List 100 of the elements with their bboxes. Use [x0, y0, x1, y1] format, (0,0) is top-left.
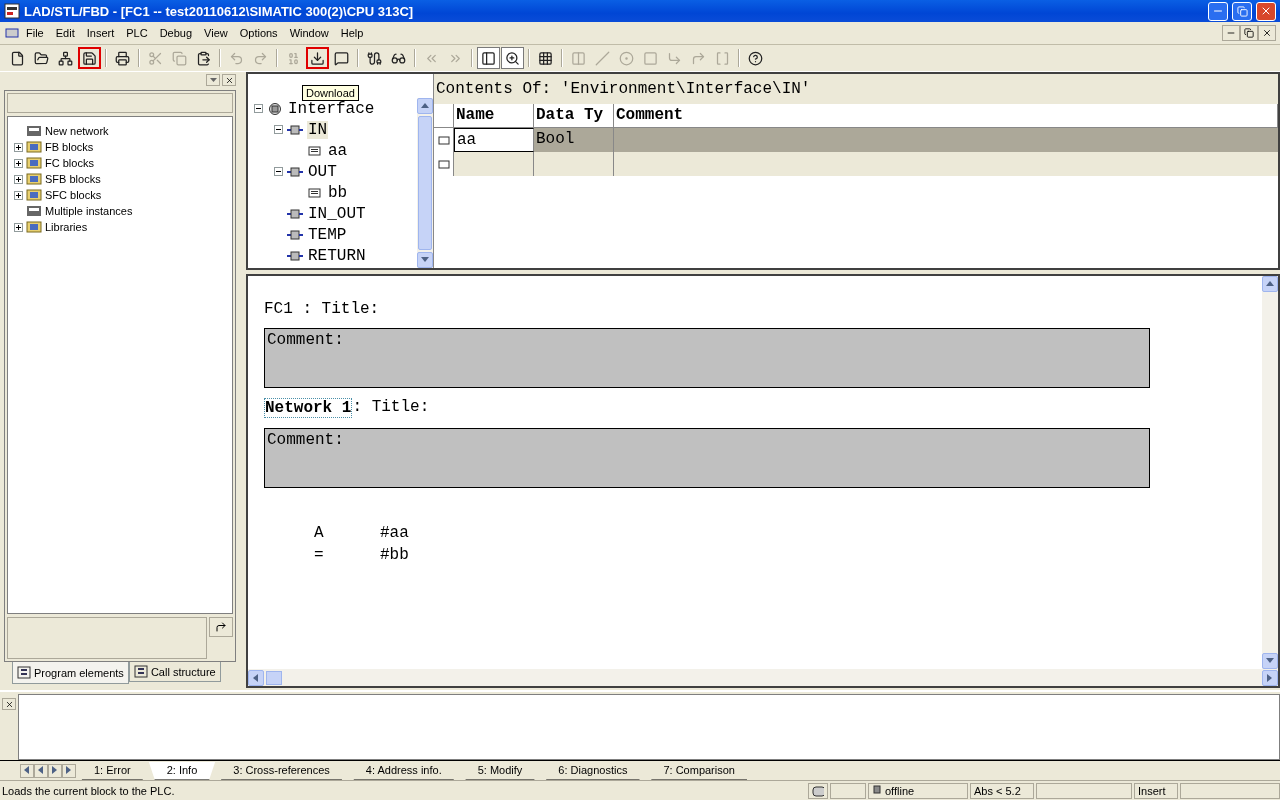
restore-icon [1236, 5, 1248, 17]
scrollbar[interactable] [417, 98, 433, 268]
restore-button[interactable] [1240, 25, 1258, 41]
tooltip: Download [302, 85, 359, 101]
variable-icon [437, 135, 450, 145]
restore-icon [1244, 28, 1254, 38]
panel-tab[interactable]: Program elements [12, 662, 129, 684]
close-icon [4, 699, 14, 709]
dropdown-button[interactable] [206, 74, 220, 86]
scroll-thumb[interactable] [266, 670, 282, 685]
comment-box[interactable]: Comment: [264, 328, 1150, 388]
parameter-block-icon [286, 228, 304, 241]
tree-item[interactable]: IN_OUT [307, 204, 367, 223]
variable-icon [306, 186, 324, 199]
close-icon [224, 75, 234, 85]
close-icon [1262, 28, 1272, 38]
tree-item[interactable]: IN [307, 120, 329, 139]
menu-item[interactable]: Window [283, 25, 335, 41]
window-title: LAD/STL/FBD - [FC1 -- test20110612\SIMATIC 300(2)\CPU 313C] [24, 3, 415, 19]
output-tab[interactable]: 2: Info [148, 761, 216, 780]
device-icon [812, 784, 824, 797]
first-button[interactable] [20, 763, 34, 778]
close-button[interactable] [1258, 25, 1276, 41]
folder-icon [26, 189, 42, 201]
expand-toggle[interactable] [14, 158, 23, 168]
folder-icon [26, 141, 42, 153]
up-arrow-icon [1266, 280, 1274, 288]
tree-item[interactable]: SFC blocks [45, 189, 102, 201]
variable-icon [306, 144, 324, 157]
block-icon [26, 125, 42, 137]
tree-item[interactable]: Libraries [45, 221, 88, 233]
close-button[interactable] [222, 74, 236, 86]
parameter-block-icon [286, 207, 304, 220]
panel-tab[interactable]: Call structure [128, 662, 221, 682]
parameter-block-icon [286, 165, 304, 178]
comment-box[interactable]: Comment: [264, 428, 1150, 488]
expand-toggle[interactable] [14, 142, 23, 152]
variable-icon [437, 159, 450, 169]
caret-icon [209, 78, 217, 82]
menu-item[interactable]: Debug [153, 25, 199, 41]
tree-item[interactable]: bb [327, 183, 349, 202]
menu-item[interactable]: PLC [120, 25, 154, 41]
horizontal-scrollbar[interactable] [248, 669, 1278, 686]
scrollbar[interactable] [1262, 276, 1278, 669]
folder-icon [26, 173, 42, 185]
operand: #aa [380, 524, 410, 544]
close-button[interactable] [2, 698, 16, 710]
list-icon [133, 665, 148, 678]
table-cell: Bool [534, 128, 614, 152]
status-message: Loads the current block to the PLC. [1, 784, 176, 797]
tree-item[interactable]: New network [45, 125, 109, 137]
menu-item[interactable]: File [20, 25, 50, 41]
down-arrow-icon [1266, 657, 1274, 665]
next-button[interactable] [48, 763, 62, 778]
expand-toggle[interactable] [14, 174, 23, 184]
app-icon [4, 3, 20, 19]
contents-title: Contents Of: 'Environment\Interface\IN' [434, 74, 1278, 104]
plug-icon [872, 784, 882, 797]
tree-item[interactable]: Interface [287, 99, 376, 118]
network-label[interactable]: Network 1 [264, 398, 353, 418]
collapse-toggle[interactable] [274, 125, 283, 134]
menu-item[interactable]: Edit [49, 25, 81, 41]
table-cell[interactable] [454, 152, 534, 176]
jump-button[interactable] [209, 617, 233, 637]
parameter-block-icon [286, 123, 304, 136]
network-title: : Title: [352, 398, 430, 418]
expand-toggle[interactable] [14, 190, 23, 200]
arrow-icon [215, 621, 227, 633]
book-icon [17, 666, 31, 679]
tree-item[interactable]: FB blocks [45, 141, 94, 153]
collapse-toggle[interactable] [274, 167, 283, 176]
menu-item[interactable]: View [198, 25, 234, 41]
folder-icon [26, 157, 42, 169]
status-panel [830, 782, 866, 799]
tree-item[interactable]: aa [327, 141, 349, 160]
last-button[interactable] [62, 763, 76, 778]
tree-item[interactable]: TEMP [307, 225, 348, 244]
document-icon [4, 27, 20, 39]
table-cell[interactable]: aa [454, 128, 534, 152]
up-arrow-icon [421, 102, 429, 110]
tree-item[interactable]: RETURN [307, 246, 367, 265]
collapse-toggle[interactable] [254, 104, 263, 113]
expand-toggle[interactable] [14, 222, 23, 232]
previous-button[interactable] [34, 763, 48, 778]
folder-icon [26, 221, 42, 233]
tree-item[interactable]: SFB blocks [45, 173, 101, 185]
parameter-block-icon [286, 249, 304, 262]
connection-status: offline [885, 784, 915, 797]
down-arrow-icon [421, 256, 429, 264]
right-arrow-icon [1266, 673, 1274, 682]
tree-item[interactable]: Multiple instances [45, 205, 133, 217]
menu-item[interactable]: Insert [80, 25, 121, 41]
operand: #bb [380, 546, 410, 566]
instruction: A [314, 524, 325, 544]
instruction: = [314, 546, 325, 566]
menu-item[interactable]: Help [334, 25, 370, 41]
interface-icon [266, 102, 284, 115]
tree-item[interactable]: OUT [307, 162, 338, 181]
menu-item[interactable]: Options [233, 25, 284, 41]
tree-item[interactable]: FC blocks [45, 157, 94, 169]
